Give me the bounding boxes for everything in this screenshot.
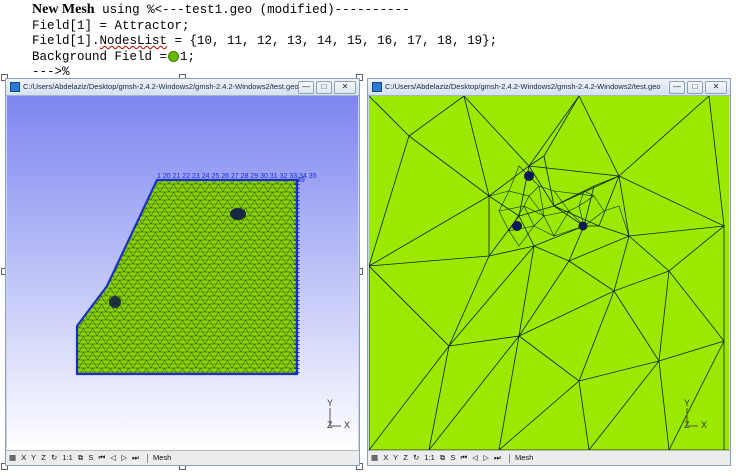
- attractor-node-2: [512, 221, 522, 231]
- axis-y-label: Y: [684, 398, 690, 408]
- window-titlebar[interactable]: C:/Users/Abdelaziz/Desktop/gmsh-2.4.2-Wi…: [6, 79, 359, 96]
- code-line5: --->%: [32, 65, 70, 79]
- code-line4-rest: 1;: [180, 49, 196, 64]
- attractor-node-3: [578, 221, 588, 231]
- mesh-viewport-svg: 1 20 21 22 23 24 25 26 27 28 29 30 31 32…: [7, 96, 358, 450]
- view-y-button[interactable]: Y: [393, 453, 398, 462]
- s-button[interactable]: S: [88, 453, 93, 462]
- code-line2: Field[1] = Attractor;: [32, 18, 190, 33]
- code-line3-squig: NodesList: [99, 34, 168, 48]
- view-z-button[interactable]: Z: [403, 453, 408, 462]
- rotate-icon[interactable]: ↻: [413, 453, 419, 462]
- status-bar: ▦ X Y Z ↻ 1:1 ⧉ S ⏮ ◁ ▷ ⏭ Mesh: [368, 450, 730, 465]
- code-line4-prefix: Background Field =: [32, 49, 168, 64]
- code-keyword: New Mesh: [32, 2, 95, 17]
- rotate-icon[interactable]: ↻: [51, 453, 57, 462]
- prev-frame-icon[interactable]: ◁: [472, 453, 478, 462]
- code-line3-prefix: Field[1].: [32, 34, 100, 48]
- grid-icon[interactable]: ▦: [371, 453, 378, 462]
- attractor-node-1: [524, 171, 534, 181]
- play-icon[interactable]: ▷: [121, 453, 127, 462]
- scale-button[interactable]: 1:1: [62, 453, 72, 462]
- window-titlebar[interactable]: C:/Users/Abdelaziz/Desktop/gmsh-2.4.2-Wi…: [368, 79, 730, 96]
- attractor-cluster-2: [109, 296, 121, 308]
- geo-code-snippet: New Mesh using %<---test1.geo (modified)…: [32, 2, 497, 81]
- view-z-button[interactable]: Z: [41, 453, 46, 462]
- view-x-button[interactable]: X: [383, 453, 388, 462]
- window-title: C:/Users/Abdelaziz/Desktop/gmsh-2.4.2-Wi…: [385, 82, 661, 91]
- view-y-button[interactable]: Y: [31, 453, 36, 462]
- graphics-viewport[interactable]: 1 20 21 22 23 24 25 26 27 28 29 30 31 32…: [7, 96, 358, 450]
- play-icon[interactable]: ▷: [483, 453, 489, 462]
- axis-y-label: Y: [327, 398, 333, 408]
- status-mesh-text: Mesh: [514, 453, 534, 462]
- gmsh-app-icon: [372, 82, 382, 93]
- status-mesh-text: Mesh: [152, 453, 172, 462]
- node-label-right: 89: [297, 177, 305, 184]
- window-title: C:/Users/Abdelaziz/Desktop/gmsh-2.4.2-Wi…: [23, 82, 299, 91]
- code-line1: using %<---test1.geo (modified)---------…: [94, 3, 410, 17]
- axis-z-label: Z: [684, 420, 690, 430]
- copy-icon[interactable]: ⧉: [78, 453, 83, 462]
- cursor-dot-icon: [168, 50, 180, 62]
- next-frame-icon[interactable]: ⏭: [494, 453, 501, 462]
- gmsh-window-right[interactable]: C:/Users/Abdelaziz/Desktop/gmsh-2.4.2-Wi…: [367, 78, 731, 466]
- maximize-button[interactable]: □: [316, 81, 332, 94]
- gmsh-app-icon: [10, 82, 20, 93]
- copy-icon[interactable]: ⧉: [440, 453, 445, 462]
- view-x-button[interactable]: X: [21, 453, 26, 462]
- close-button[interactable]: ✕: [334, 81, 356, 94]
- minimize-button[interactable]: —: [298, 81, 314, 94]
- gmsh-window-left[interactable]: C:/Users/Abdelaziz/Desktop/gmsh-2.4.2-Wi…: [5, 78, 360, 466]
- minimize-button[interactable]: —: [669, 81, 685, 94]
- next-frame-icon[interactable]: ⏭: [132, 453, 139, 462]
- axis-x-label: X: [344, 420, 350, 430]
- maximize-button[interactable]: □: [687, 81, 703, 94]
- mesh-fill: [369, 96, 729, 450]
- node-labels-top: 1 20 21 22 23 24 25 26 27 28 29 30 31 32…: [157, 173, 317, 180]
- mesh-viewport-svg: Y Z X: [368, 95, 729, 452]
- axis-x-label: X: [701, 420, 707, 430]
- scale-button[interactable]: 1:1: [424, 453, 434, 462]
- first-frame-icon[interactable]: ⏮: [460, 453, 467, 462]
- close-button[interactable]: ✕: [705, 81, 727, 94]
- grid-icon[interactable]: ▦: [9, 453, 16, 462]
- first-frame-icon[interactable]: ⏮: [98, 453, 105, 462]
- axis-z-label: Z: [327, 420, 333, 430]
- graphics-viewport[interactable]: Y Z X: [368, 95, 729, 452]
- status-bar: ▦ X Y Z ↻ 1:1 ⧉ S ⏮ ◁ ▷ ⏭ Mesh: [6, 450, 359, 465]
- attractor-cluster-1: [230, 208, 246, 220]
- code-line3-rest: = {10, 11, 12, 13, 14, 15, 16, 17, 18, 1…: [167, 34, 498, 48]
- separator: [508, 453, 510, 463]
- separator: [146, 453, 148, 463]
- prev-frame-icon[interactable]: ◁: [110, 453, 116, 462]
- s-button[interactable]: S: [450, 453, 455, 462]
